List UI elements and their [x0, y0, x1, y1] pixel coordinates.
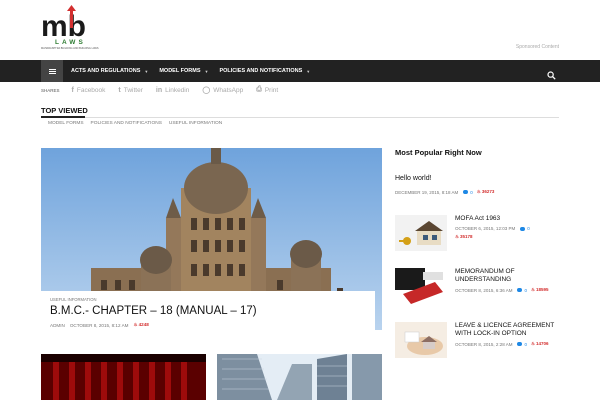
flame-icon: ♨ — [530, 287, 536, 292]
share-print[interactable]: ⎙ Print — [256, 86, 278, 94]
flame-icon: ♨ — [476, 189, 481, 194]
comments-value: 0 — [524, 341, 527, 347]
share-twitter[interactable]: t Twitter — [118, 87, 143, 94]
share-linkedin[interactable]: in Linkedin — [156, 87, 189, 94]
featured-title[interactable]: B.M.C.- CHAPTER – 18 (MANUAL – 17) — [50, 305, 366, 317]
share-label: Linkedin — [165, 86, 190, 94]
post-meta: OCTOBER 8, 2015, 6:36 AM 0 ♨18595 — [455, 287, 560, 293]
views-count: ♨35178 — [455, 234, 560, 240]
comments-count[interactable]: 0 — [463, 190, 473, 195]
post-date: OCTOBER 6, 2015, 12:03 PM — [455, 226, 516, 231]
nav-item-label: POLICIES AND NOTIFICATIONS — [219, 68, 303, 74]
sidebar-post[interactable]: LEAVE & LICENCE AGREEMENT WITH LOCK-IN O… — [395, 322, 560, 360]
post-thumbnail[interactable] — [395, 268, 447, 304]
shares-label: SHARES — [41, 87, 60, 93]
views-value: 14706 — [536, 341, 549, 346]
caret-down-icon: ▼ — [204, 68, 209, 74]
whatsapp-icon: ◯ — [202, 87, 211, 94]
views-count: 4248 — [138, 322, 149, 327]
facebook-icon: f — [71, 86, 74, 94]
comments-value: 0 — [470, 189, 473, 195]
post-title[interactable]: MOFA Act 1963 — [455, 215, 560, 223]
post-title[interactable]: MEMORANDUM OF UNDERSTANDING — [455, 268, 560, 284]
views-value: 36273 — [481, 189, 495, 194]
sidebar-first-title[interactable]: Hello world! — [395, 175, 432, 182]
views-value: 35178 — [460, 234, 473, 239]
post-thumbnail[interactable] — [395, 322, 447, 358]
comment-icon — [520, 226, 526, 231]
comment-icon — [517, 288, 523, 292]
views-count: ♨14706 — [531, 341, 549, 347]
featured-author[interactable]: ADMIN — [50, 323, 65, 328]
comments-count[interactable]: 0 — [520, 226, 530, 231]
post-meta: OCTOBER 8, 2015, 2:28 AM 0 ♨14706 — [455, 341, 560, 347]
print-icon: ⎙ — [256, 86, 262, 93]
thumbnail-theater[interactable] — [41, 354, 206, 400]
top-viewed-heading: TOP VIEWED — [41, 106, 88, 115]
featured-date: OCTOBER 8, 2015, 8:12 AM — [69, 322, 129, 328]
sidebar-first-meta: DECEMBER 19, 2015, 8:18 AM 0 ♨36273 — [395, 189, 494, 195]
tab-useful-information[interactable]: USEFUL INFORMATION — [169, 121, 222, 126]
nav-item-policies[interactable]: POLICIES AND NOTIFICATIONS ▼ — [219, 68, 310, 74]
featured-meta: ADMIN OCTOBER 8, 2015, 8:12 AM ♨4248 — [50, 322, 366, 328]
share-label: Twitter — [123, 86, 143, 94]
views-value: 18595 — [536, 287, 549, 292]
views-count: ♨36273 — [477, 189, 495, 195]
linkedin-icon: in — [155, 86, 163, 94]
tab-policies[interactable]: POLICIES AND NOTIFICATIONS — [91, 121, 162, 126]
caret-down-icon: ▼ — [144, 68, 149, 74]
comments-value: 0 — [527, 226, 530, 231]
logo-word: LAWS — [55, 39, 86, 46]
nav-item-model-forms[interactable]: MODEL FORMS ▼ — [159, 68, 208, 74]
comment-icon — [463, 190, 469, 194]
post-date: OCTOBER 8, 2015, 2:28 AM — [455, 341, 513, 347]
flame-icon: ♨ — [455, 234, 460, 239]
featured-category[interactable]: USEFUL INFORMATION — [50, 297, 366, 302]
comments-value: 0 — [524, 287, 527, 293]
sponsored-content-label: Sponsored Content — [515, 44, 559, 50]
comments-count[interactable]: 0 — [517, 342, 527, 347]
share-label: Facebook — [76, 86, 106, 94]
top-viewed-tabs: MODEL FORMS POLICIES AND NOTIFICATIONS U… — [48, 121, 229, 126]
post-date: OCTOBER 8, 2015, 6:36 AM — [455, 287, 513, 293]
post-thumbnail[interactable] — [395, 215, 447, 251]
post-meta: OCTOBER 6, 2015, 12:03 PM 0 — [455, 226, 560, 231]
site-logo[interactable]: mb LAWS MAHARASHTRA BUILDING AND BUILDIN… — [41, 4, 123, 54]
featured-views: ♨4248 — [133, 322, 148, 328]
twitter-icon: t — [118, 86, 121, 94]
comments-count[interactable]: 0 — [517, 288, 527, 293]
sidebar-post[interactable]: MEMORANDUM OF UNDERSTANDING OCTOBER 8, 2… — [395, 268, 560, 306]
caret-down-icon: ▼ — [306, 68, 311, 74]
section-divider — [41, 117, 559, 118]
sidebar-post[interactable]: MOFA Act 1963 OCTOBER 6, 2015, 12:03 PM … — [395, 215, 560, 253]
share-whatsapp[interactable]: ◯ WhatsApp — [202, 86, 244, 95]
views-count: ♨18595 — [531, 287, 549, 293]
hamburger-icon[interactable] — [41, 60, 63, 82]
share-facebook[interactable]: f Facebook — [72, 87, 106, 94]
search-icon[interactable] — [547, 67, 556, 80]
thumbnail-buildings[interactable] — [217, 354, 382, 400]
nav-item-acts[interactable]: ACTS AND REGULATIONS ▼ — [71, 68, 148, 74]
tab-model-forms[interactable]: MODEL FORMS — [48, 121, 84, 126]
flame-icon: ♨ — [530, 341, 536, 346]
featured-card[interactable]: USEFUL INFORMATION B.M.C.- CHAPTER – 18 … — [41, 291, 375, 341]
share-label: Print — [264, 86, 279, 94]
post-date: DECEMBER 19, 2015, 8:18 AM — [395, 189, 459, 195]
share-bar: SHARES f Facebook t Twitter in Linkedin ◯ Wh… — [41, 84, 291, 96]
main-navbar: ACTS AND REGULATIONS ▼ MODEL FORMS ▼ POLIC… — [0, 60, 600, 82]
logo-tagline: MAHARASHTRA BUILDING AND BUILDING LAWS — [41, 47, 99, 50]
post-title[interactable]: LEAVE & LICENCE AGREEMENT WITH LOCK-IN O… — [455, 322, 560, 338]
comment-icon — [517, 342, 523, 346]
nav-item-label: ACTS AND REGULATIONS — [71, 68, 141, 74]
share-label: WhatsApp — [213, 86, 244, 94]
sidebar-title: Most Popular Right Now — [395, 148, 482, 157]
nav-item-label: MODEL FORMS — [159, 68, 201, 74]
section-divider-active — [41, 116, 85, 118]
flame-icon: ♨ — [133, 322, 138, 327]
